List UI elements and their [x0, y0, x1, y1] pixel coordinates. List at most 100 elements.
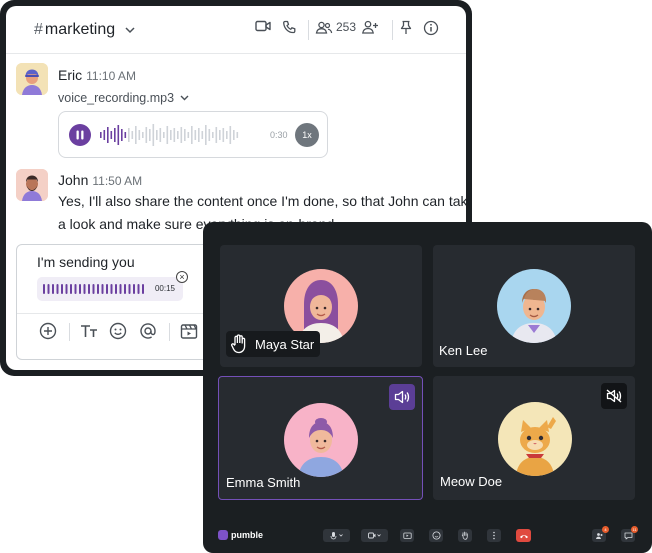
- audio-duration: 0:30: [270, 130, 288, 140]
- members-icon: [595, 532, 602, 539]
- call-button[interactable]: [282, 20, 297, 35]
- header-divider: [392, 20, 393, 40]
- camera-button[interactable]: [361, 529, 388, 542]
- microphone-icon: [330, 532, 343, 540]
- participant-tile[interactable]: Maya Star: [220, 245, 422, 367]
- end-call-button[interactable]: [516, 529, 531, 542]
- avatar[interactable]: [16, 63, 48, 95]
- add-member-icon: [362, 20, 378, 34]
- microphone-button[interactable]: [323, 529, 350, 542]
- speaker-icon: [394, 390, 410, 404]
- participant-name: Meow Doe: [440, 474, 503, 489]
- plus-circle-icon: [39, 322, 57, 340]
- mention-icon: [140, 323, 156, 339]
- emoji-button[interactable]: [108, 321, 128, 341]
- participant-tile[interactable]: Meow Doe: [433, 376, 635, 500]
- attachment-filename[interactable]: voice_recording.mp3: [58, 91, 189, 105]
- composer-text[interactable]: I'm sending you: [37, 254, 135, 270]
- recording-waveform-icon: [43, 284, 144, 294]
- emoji-icon: [109, 322, 127, 340]
- participant-tile[interactable]: Ken Lee: [433, 245, 635, 367]
- waveform-icon[interactable]: [99, 122, 264, 148]
- media-button[interactable]: [179, 321, 199, 341]
- pause-icon: [76, 130, 84, 140]
- share-screen-icon: [402, 532, 412, 539]
- participant-name: Emma Smith: [226, 475, 301, 490]
- voice-recording-attachment[interactable]: 00:15: [37, 277, 183, 301]
- raised-hand-icon: [461, 531, 468, 540]
- ken-avatar-icon: [497, 269, 571, 343]
- meow-avatar-icon: [498, 402, 572, 476]
- message-author: Eric 11:10 AM: [58, 67, 136, 83]
- pin-button[interactable]: [400, 20, 412, 35]
- playback-speed-button[interactable]: 1x: [295, 123, 319, 147]
- chat-unread-badge: 11: [631, 526, 638, 533]
- more-options-button[interactable]: [487, 529, 501, 542]
- text-format-button[interactable]: [79, 321, 99, 341]
- channel-header: # marketing 253: [6, 6, 466, 54]
- logo-text: pumble: [231, 530, 264, 540]
- video-camera-icon: [255, 20, 271, 32]
- info-button[interactable]: [423, 20, 439, 36]
- video-camera-icon: [367, 532, 381, 539]
- hash-icon: #: [34, 21, 43, 38]
- participant-name: Ken Lee: [439, 343, 488, 358]
- participant-tile-active[interactable]: Emma Smith: [218, 376, 423, 500]
- meeting-controls: pumble 4 11: [203, 522, 652, 553]
- message-time: 11:10 AM: [86, 69, 136, 83]
- channel-selector[interactable]: # marketing: [34, 21, 135, 39]
- meeting-chat-button[interactable]: 11: [621, 526, 638, 542]
- members-button[interactable]: 253: [315, 20, 356, 34]
- audio-player: 0:30 1x: [58, 111, 328, 158]
- chevron-down-icon: [125, 21, 135, 39]
- info-icon: [423, 20, 439, 36]
- filename-label: voice_recording.mp3: [58, 91, 175, 105]
- mention-button[interactable]: [138, 321, 158, 341]
- meeting-window: Maya Star Ken Lee Emma Smith Meow Doe pu…: [203, 222, 652, 553]
- emoji-icon: [432, 531, 440, 540]
- pause-button[interactable]: [69, 124, 91, 146]
- speaker-muted-icon: [606, 389, 622, 403]
- raised-hand-icon: [231, 334, 246, 354]
- add-attachment-button[interactable]: [38, 321, 58, 341]
- chevron-down-icon: [180, 95, 189, 101]
- members-icon: [315, 21, 333, 34]
- pin-icon: [400, 20, 412, 34]
- close-icon: ×: [179, 272, 185, 282]
- participant-name: Maya Star: [255, 336, 315, 352]
- toolbar-divider: [169, 323, 170, 341]
- eric-avatar-icon: [16, 63, 48, 95]
- reactions-button[interactable]: [429, 529, 443, 542]
- avatar: [497, 269, 571, 343]
- phone-icon: [283, 20, 296, 34]
- header-divider: [308, 20, 309, 40]
- participants-button[interactable]: 4: [592, 526, 609, 542]
- author-name: John: [58, 172, 89, 188]
- more-vertical-icon: [493, 531, 495, 540]
- muted-indicator: [601, 383, 627, 409]
- raised-hand-badge: Maya Star: [226, 331, 321, 357]
- video-call-button[interactable]: [255, 20, 271, 32]
- message-time: 11:50 AM: [92, 174, 143, 188]
- recording-time: 00:15: [154, 284, 175, 293]
- john-avatar-icon: [16, 169, 48, 201]
- emma-avatar-icon: [284, 403, 358, 477]
- pumble-logo: pumble: [218, 530, 263, 540]
- add-member-button[interactable]: [361, 20, 379, 34]
- avatar: [498, 402, 572, 476]
- end-call-icon: [519, 534, 528, 538]
- participants-count-badge: 4: [602, 526, 609, 533]
- channel-name: marketing: [44, 21, 116, 38]
- text-format-icon: [81, 325, 97, 337]
- author-name: Eric: [58, 67, 83, 83]
- message-author: John 11:50 AM: [58, 172, 142, 188]
- speaking-indicator: [389, 384, 415, 410]
- toolbar-divider: [69, 323, 70, 341]
- pumble-logo-icon: [218, 530, 228, 540]
- member-count: 253: [336, 20, 357, 34]
- raise-hand-button[interactable]: [458, 529, 472, 542]
- avatar[interactable]: [16, 169, 48, 201]
- share-screen-button[interactable]: [400, 529, 414, 542]
- remove-recording-button[interactable]: ×: [176, 271, 188, 283]
- avatar: [284, 403, 358, 477]
